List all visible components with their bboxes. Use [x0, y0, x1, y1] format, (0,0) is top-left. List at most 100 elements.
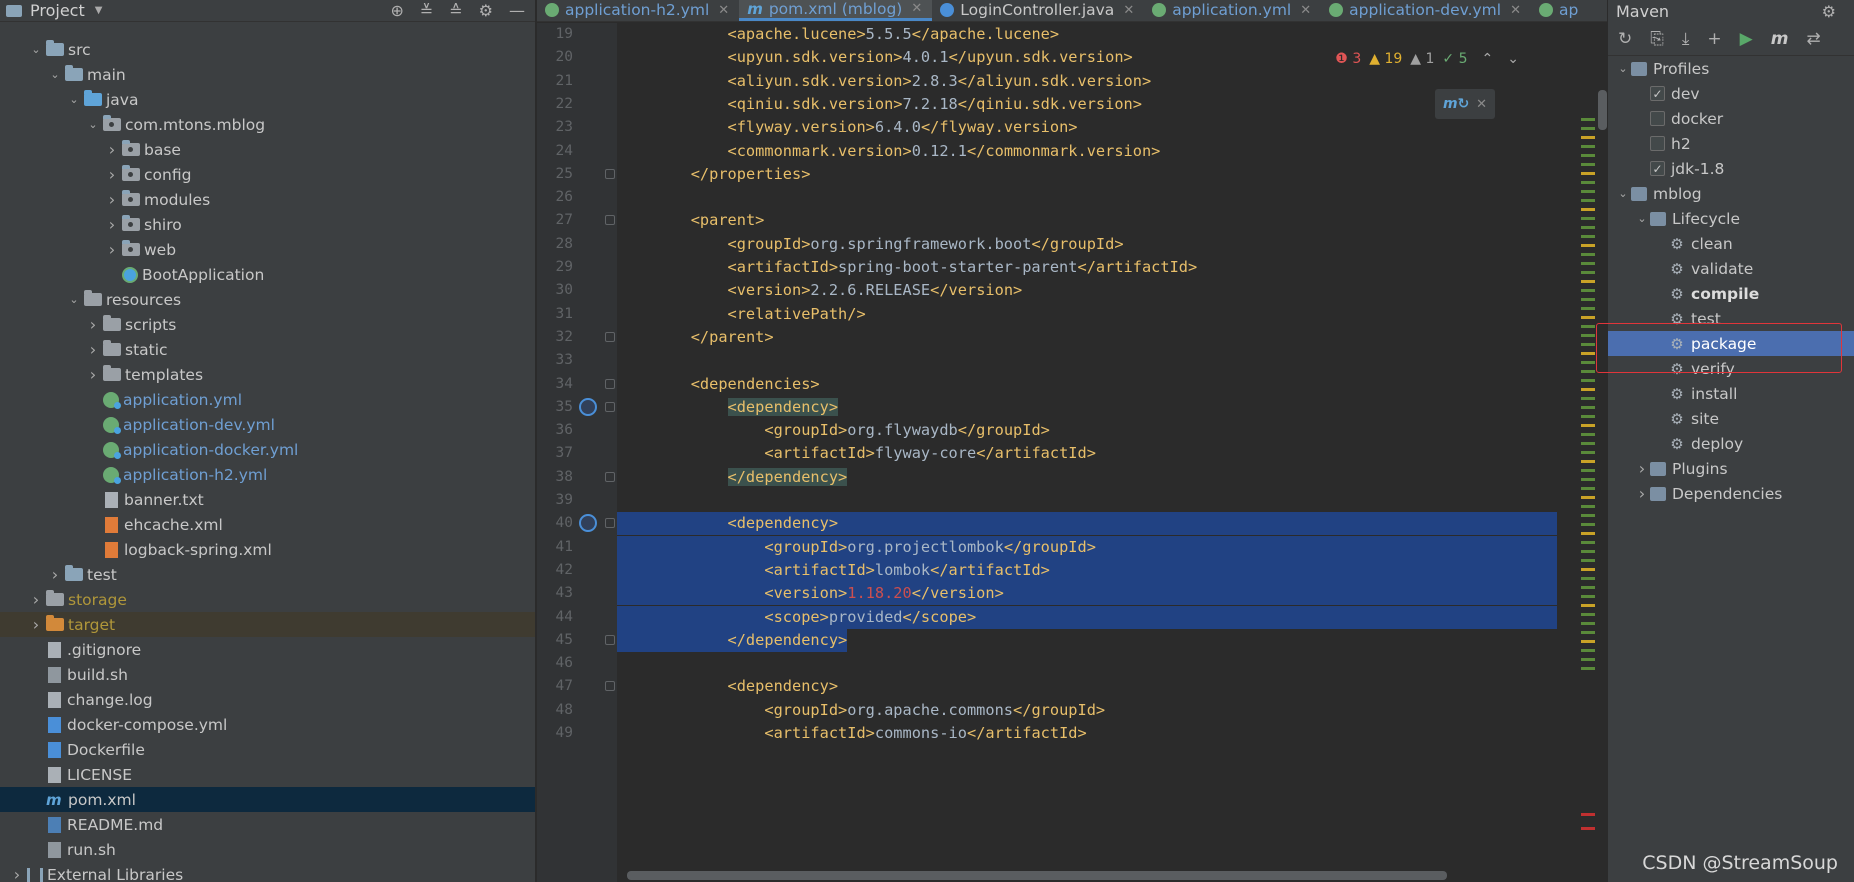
chevron-right-icon[interactable]: › — [104, 190, 120, 209]
chevron-right-icon[interactable]: › — [28, 615, 44, 634]
code-line[interactable]: <qiniu.sdk.version>7.2.18</qiniu.sdk.ver… — [617, 93, 1557, 116]
warning-count-icon[interactable]: ▲ 19 — [1369, 51, 1402, 67]
stripe-mark[interactable] — [1581, 406, 1595, 409]
profile-checkbox[interactable]: ✓ — [1650, 86, 1665, 101]
stripe-mark[interactable] — [1581, 487, 1595, 490]
code-line[interactable]: <flyway.version>6.4.0</flyway.version> — [617, 116, 1557, 139]
tree-item[interactable]: ⌄ java — [0, 87, 535, 112]
line-number-gutter[interactable]: 19 20 21 22 23 24 25 26 27 28 29 30 31 32 33 34 35 36 37 38… — [537, 23, 617, 882]
previous-highlight-icon[interactable]: ⌃ — [1482, 51, 1494, 67]
error-stripe[interactable] — [1581, 23, 1595, 882]
code-line[interactable] — [617, 186, 1557, 209]
chevron-right-icon[interactable]: › — [104, 240, 120, 259]
download-icon[interactable]: ⤓ — [1682, 29, 1690, 49]
stripe-mark[interactable] — [1581, 541, 1595, 544]
editor-tab[interactable]: ap — [1531, 0, 1588, 21]
maven-reload-icon[interactable]: m↻ — [1443, 96, 1469, 112]
close-tab-icon[interactable]: ✕ — [1123, 3, 1134, 18]
profile-checkbox[interactable] — [1650, 111, 1665, 126]
tree-item[interactable]: ehcache.xml — [0, 512, 535, 537]
maven-tree-item[interactable]: ✓ jdk-1.8 — [1608, 156, 1854, 181]
chevron-right-icon[interactable]: › — [104, 165, 120, 184]
stripe-mark[interactable] — [1581, 514, 1595, 517]
code-line[interactable] — [617, 349, 1557, 372]
horizontal-scrollbar[interactable] — [627, 871, 1447, 880]
inspection-widget[interactable]: ❶ 3 ▲ 19 ▲ 1 ✓ 5 ⌃ ⌄ — [1335, 51, 1519, 67]
chevron-down-icon[interactable]: ⌄ — [85, 118, 101, 131]
typo-count-icon[interactable]: ✓ 5 — [1442, 51, 1467, 67]
maven-tree-item[interactable]: ⚙ site — [1608, 406, 1854, 431]
stripe-mark[interactable] — [1581, 334, 1595, 337]
stripe-mark[interactable] — [1581, 163, 1595, 166]
maven-tree-item[interactable]: › Dependencies — [1608, 481, 1854, 506]
tree-item[interactable]: › shiro — [0, 212, 535, 237]
close-tab-icon[interactable]: ✕ — [718, 3, 729, 18]
dependency-update-icon[interactable] — [579, 514, 597, 533]
tree-item[interactable]: ⌄ main — [0, 62, 535, 87]
tree-item[interactable]: › modules — [0, 187, 535, 212]
code-line[interactable]: </dependency> — [617, 629, 1557, 652]
tree-item[interactable]: logback-spring.xml — [0, 537, 535, 562]
stripe-mark[interactable] — [1581, 325, 1595, 328]
chevron-down-icon[interactable]: ⌄ — [1634, 212, 1650, 225]
tree-item[interactable]: ⌄ resources — [0, 287, 535, 312]
stripe-mark[interactable] — [1581, 118, 1595, 121]
tree-item[interactable]: › target — [0, 612, 535, 637]
close-tab-icon[interactable]: ✕ — [1300, 3, 1311, 18]
code-line[interactable]: <groupId>org.apache.commons</groupId> — [617, 699, 1557, 722]
stripe-mark[interactable] — [1581, 361, 1595, 364]
fold-marker-icon[interactable] — [605, 518, 615, 529]
add-icon[interactable]: + — [1707, 29, 1721, 49]
maven-tree-item[interactable]: ⚙ compile — [1608, 281, 1854, 306]
code-line[interactable]: <scope>provided</scope> — [617, 605, 1557, 629]
stripe-mark[interactable] — [1581, 181, 1595, 184]
stripe-mark[interactable] — [1581, 343, 1595, 346]
stripe-mark[interactable] — [1581, 172, 1595, 175]
tree-item[interactable]: banner.txt — [0, 487, 535, 512]
code-line[interactable]: <commonmark.version>0.12.1</commonmark.v… — [617, 140, 1557, 163]
stripe-mark[interactable] — [1581, 433, 1595, 436]
code-line[interactable]: <artifactId>commons-io</artifactId> — [617, 722, 1557, 745]
stripe-mark[interactable] — [1581, 523, 1595, 526]
chevron-right-icon[interactable]: › — [104, 215, 120, 234]
code-line[interactable] — [617, 652, 1557, 675]
code-line[interactable]: </parent> — [617, 326, 1557, 349]
code-line[interactable]: <apache.lucene>5.5.5</apache.lucene> — [617, 23, 1557, 46]
stripe-mark[interactable] — [1581, 379, 1595, 382]
stripe-mark[interactable] — [1581, 658, 1595, 661]
profile-checkbox[interactable]: ✓ — [1650, 161, 1665, 176]
tree-item[interactable]: application-docker.yml — [0, 437, 535, 462]
stripe-mark[interactable] — [1581, 127, 1595, 130]
code-line[interactable]: <dependency> — [617, 675, 1557, 698]
stripe-mark[interactable] — [1581, 217, 1595, 220]
error-stripe-mark[interactable] — [1581, 813, 1595, 816]
execute-goal-icon[interactable]: m — [1771, 29, 1789, 49]
chevron-right-icon[interactable]: › — [1634, 459, 1650, 478]
maven-tree-item[interactable]: ⚙ validate — [1608, 256, 1854, 281]
stripe-mark[interactable] — [1581, 352, 1595, 355]
stripe-mark[interactable] — [1581, 469, 1595, 472]
tree-item[interactable]: › test — [0, 562, 535, 587]
code-line[interactable]: <artifactId>spring-boot-starter-parent</… — [617, 256, 1557, 279]
close-icon[interactable]: ✕ — [1476, 97, 1487, 112]
tree-item[interactable]: BootApplication — [0, 262, 535, 287]
stripe-mark[interactable] — [1581, 208, 1595, 211]
tree-item[interactable]: m pom.xml — [0, 787, 535, 812]
tree-item[interactable]: › config — [0, 162, 535, 187]
maven-tree-item[interactable]: ⚙ deploy — [1608, 431, 1854, 456]
chevron-down-icon[interactable]: ⌄ — [1615, 62, 1631, 75]
code-line[interactable]: <groupId>org.springframework.boot</group… — [617, 233, 1557, 256]
stripe-mark[interactable] — [1581, 226, 1595, 229]
tree-item[interactable] — [0, 22, 535, 37]
tree-item[interactable]: ⌄ com.mtons.mblog — [0, 112, 535, 137]
stripe-mark[interactable] — [1581, 136, 1595, 139]
chevron-right-icon[interactable]: › — [85, 315, 101, 334]
editor-tab[interactable]: application-dev.yml ✕ — [1321, 0, 1531, 21]
editor-tab[interactable]: application-h2.yml ✕ — [537, 0, 739, 21]
chevron-right-icon[interactable]: › — [85, 340, 101, 359]
code-line[interactable]: <aliyun.sdk.version>2.8.3</aliyun.sdk.ve… — [617, 70, 1557, 93]
chevron-down-icon[interactable]: ⌄ — [66, 93, 82, 106]
tree-item[interactable]: run.sh — [0, 837, 535, 862]
tree-item[interactable]: .gitignore — [0, 637, 535, 662]
close-tab-icon[interactable]: ✕ — [1510, 3, 1521, 18]
